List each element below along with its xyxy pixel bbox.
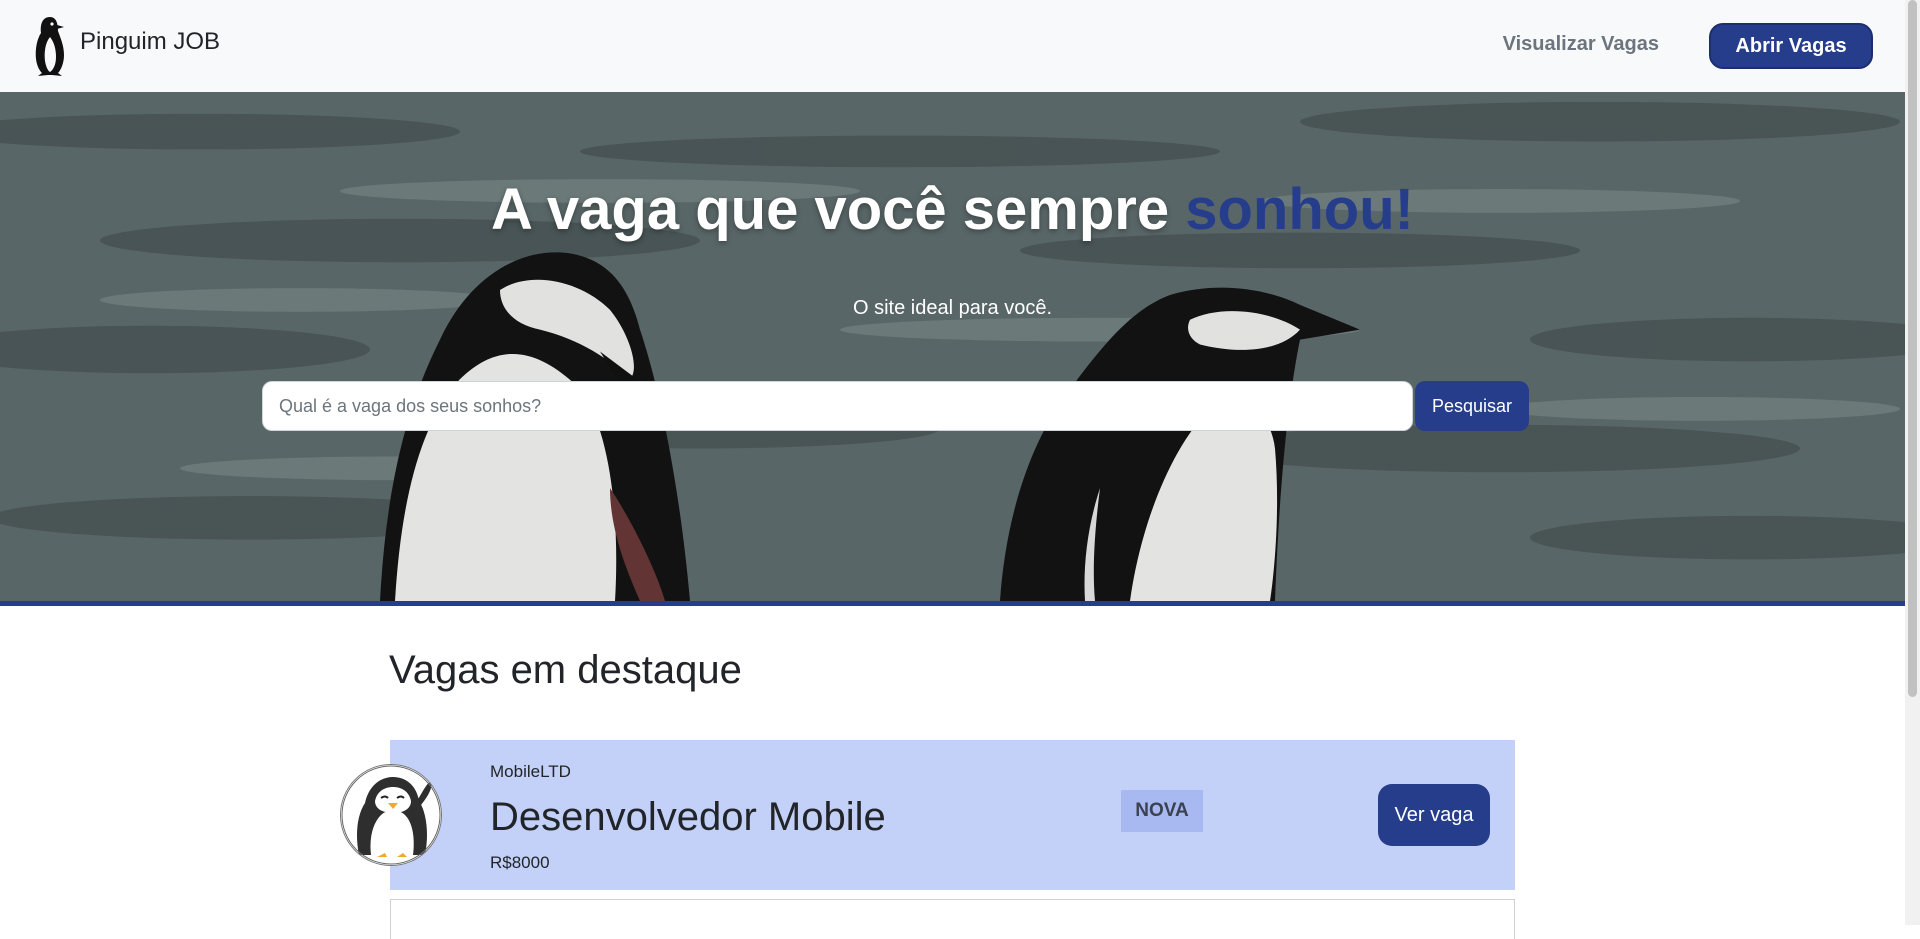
penguins-background-image: [0, 92, 1905, 601]
brand-name: Pinguim JOB: [80, 28, 221, 55]
view-job-button[interactable]: Ver vaga: [1378, 784, 1490, 846]
view-jobs-link[interactable]: Visualizar Vagas: [1503, 33, 1659, 56]
hero-title-main: A vaga que você sempre: [491, 177, 1186, 242]
search-button[interactable]: Pesquisar: [1415, 381, 1529, 431]
new-badge: NOVA: [1121, 790, 1203, 832]
hero-title-accent: sonhou!: [1185, 177, 1414, 242]
nav-actions: Visualizar Vagas Abrir Vagas: [1503, 23, 1873, 69]
featured-section-title: Vagas em destaque: [389, 648, 742, 692]
hero-subtitle: O site ideal para você.: [853, 297, 1052, 319]
job-company: MobileLTD: [490, 762, 571, 781]
job-card: MobileLTD Desenvolvedor Mobile R$8000 NO…: [340, 740, 1515, 890]
scrollbar-thumb[interactable]: [1908, 0, 1917, 697]
navbar: Pinguim JOB Visualizar Vagas Abrir Vagas: [0, 0, 1905, 92]
hero-title: A vaga que você sempre sonhou!: [0, 176, 1905, 243]
job-card: [390, 899, 1515, 939]
job-title: Desenvolvedor Mobile: [490, 795, 886, 839]
search-input[interactable]: [262, 381, 1413, 431]
search-bar: Pesquisar: [262, 381, 1529, 431]
company-avatar: [340, 764, 442, 866]
hero-banner: A vaga que você sempre sonhou! O site id…: [0, 92, 1905, 606]
penguin-icon: [35, 17, 64, 76]
open-jobs-button[interactable]: Abrir Vagas: [1709, 23, 1873, 69]
vertical-scrollbar[interactable]: [1905, 0, 1920, 925]
brand-link[interactable]: Pinguim JOB: [30, 15, 220, 77]
cartoon-penguin-icon: [341, 765, 441, 865]
job-salary: R$8000: [490, 853, 550, 872]
